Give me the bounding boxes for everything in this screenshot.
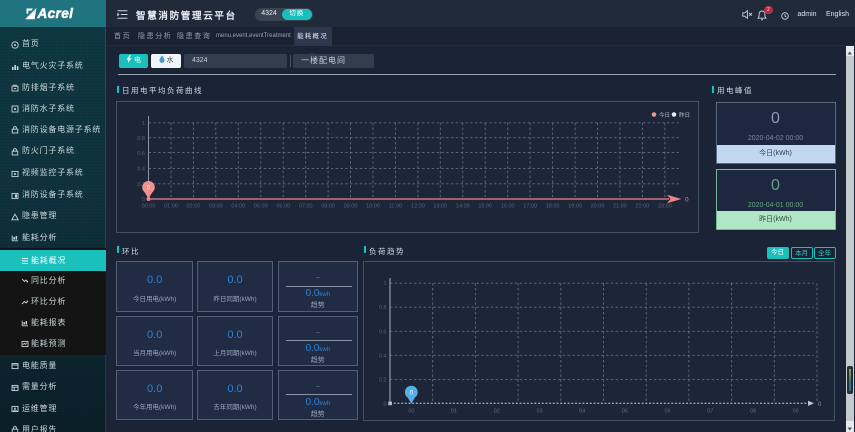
svg-text:20:00: 20:00 — [590, 204, 604, 210]
svg-text:02: 02 — [494, 409, 500, 415]
svg-text:0.6: 0.6 — [137, 151, 145, 157]
svg-text:0.2: 0.2 — [379, 377, 387, 383]
svg-text:00: 00 — [408, 409, 414, 415]
svg-text:08: 08 — [750, 409, 756, 415]
svg-text:14:00: 14:00 — [455, 204, 469, 210]
svg-text:23:00: 23:00 — [658, 204, 672, 210]
svg-text:0: 0 — [383, 401, 386, 407]
svg-text:1: 1 — [141, 121, 144, 127]
svg-text:0.8: 0.8 — [379, 305, 387, 311]
svg-text:0.4: 0.4 — [137, 167, 145, 173]
svg-text:12:00: 12:00 — [411, 204, 425, 210]
svg-text:01: 01 — [451, 409, 457, 415]
svg-text:00:00: 00:00 — [141, 204, 155, 210]
svg-text:Acrel: Acrel — [37, 6, 74, 21]
svg-text:19:00: 19:00 — [568, 204, 582, 210]
svg-text:02:00: 02:00 — [186, 204, 200, 210]
svg-text:11:00: 11:00 — [388, 204, 401, 210]
svg-text:06: 06 — [665, 409, 671, 415]
svg-text:17:00: 17:00 — [523, 204, 537, 210]
svg-text:05:00: 05:00 — [253, 204, 267, 210]
svg-text:0: 0 — [141, 197, 144, 203]
svg-text:04:00: 04:00 — [231, 204, 245, 210]
svg-text:07:00: 07:00 — [298, 204, 312, 210]
svg-text:昨日: 昨日 — [679, 111, 690, 119]
svg-text:16:00: 16:00 — [500, 204, 514, 210]
svg-text:22:00: 22:00 — [635, 204, 649, 210]
svg-text:0: 0 — [685, 197, 689, 204]
svg-text:0.6: 0.6 — [379, 329, 387, 335]
svg-text:0.8: 0.8 — [137, 136, 145, 142]
svg-text:09: 09 — [793, 409, 799, 415]
svg-text:07: 07 — [707, 409, 713, 415]
svg-text:05: 05 — [622, 409, 628, 415]
svg-text:21:00: 21:00 — [613, 204, 627, 210]
svg-text:03:00: 03:00 — [208, 204, 222, 210]
svg-text:0.4: 0.4 — [379, 353, 387, 359]
svg-text:18:00: 18:00 — [545, 204, 559, 210]
svg-text:03: 03 — [536, 409, 542, 415]
svg-text:13:00: 13:00 — [433, 204, 447, 210]
svg-text:今日: 今日 — [659, 111, 670, 119]
svg-text:0: 0 — [818, 402, 822, 408]
svg-text:09:00: 09:00 — [343, 204, 357, 210]
svg-text:0: 0 — [410, 390, 414, 397]
svg-text:08:00: 08:00 — [321, 204, 335, 210]
svg-text:1: 1 — [383, 281, 386, 287]
svg-text:10:00: 10:00 — [366, 204, 380, 210]
svg-text:01:00: 01:00 — [164, 204, 178, 210]
svg-text:06:00: 06:00 — [276, 204, 290, 210]
svg-text:15:00: 15:00 — [478, 204, 492, 210]
svg-text:04: 04 — [579, 409, 585, 415]
